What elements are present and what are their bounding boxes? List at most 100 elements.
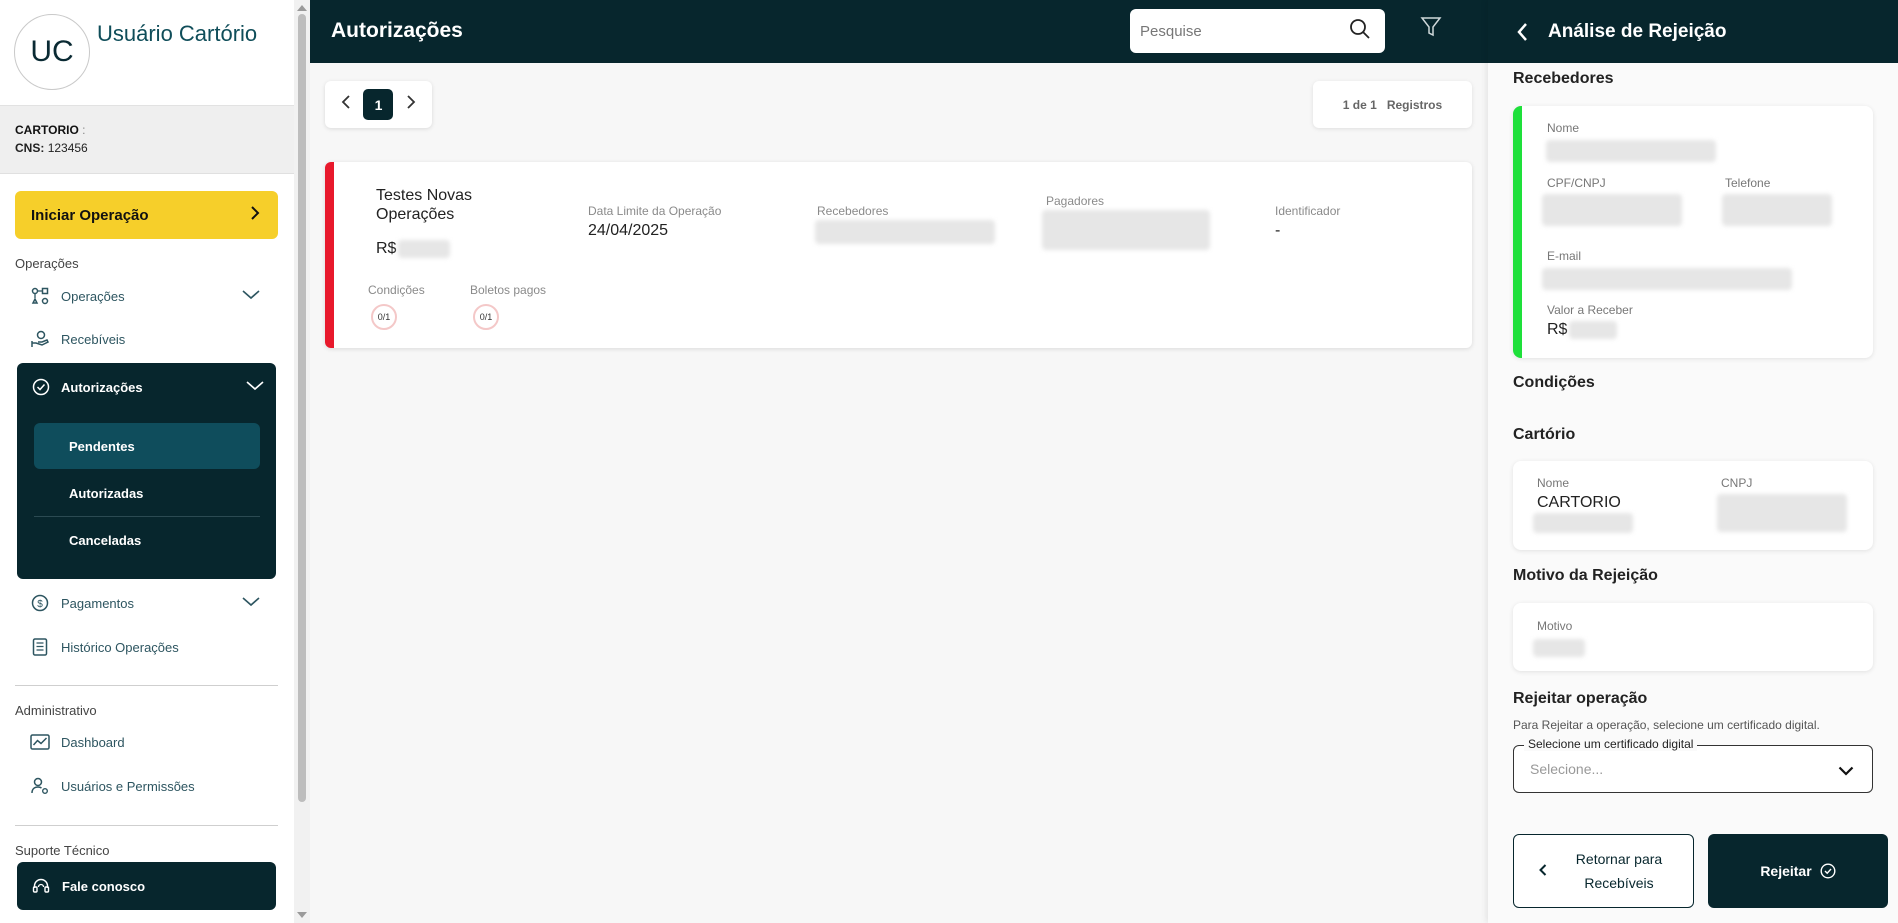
panel-header: Análise de Rejeição xyxy=(1488,0,1898,63)
redacted-value xyxy=(1533,513,1633,533)
section-operacoes: Operações xyxy=(15,256,79,271)
divider xyxy=(15,685,278,686)
cartorio-nome-value: CARTORIO xyxy=(1537,494,1621,511)
pagination: 1 xyxy=(325,81,432,128)
certificate-select-value: Selecione... xyxy=(1530,761,1604,777)
chevron-right-icon xyxy=(250,205,260,225)
sidebar-item-pagamentos[interactable]: $ Pagamentos xyxy=(30,589,278,617)
boletos-badge: 0/1 xyxy=(473,304,499,330)
sidebar-scrollbar[interactable] xyxy=(294,0,310,923)
data-limite-label: Data Limite da Operação xyxy=(588,204,722,218)
redacted-value xyxy=(1546,140,1716,162)
data-limite-value: 24/04/2025 xyxy=(588,222,669,239)
headset-icon xyxy=(31,876,51,896)
search-input[interactable] xyxy=(1140,22,1330,40)
sidebar-item-recebiveis[interactable]: Recebíveis xyxy=(30,325,278,353)
sidebar: UC Usuário Cartório CARTORIO : CNS: 1234… xyxy=(0,0,294,923)
record-count-label: Registros xyxy=(1386,97,1443,112)
chevron-down-icon xyxy=(242,595,260,610)
rejeitar-title: Rejeitar operação xyxy=(1513,690,1648,707)
currency-prefix: R$ xyxy=(376,240,397,257)
fale-conosco-button[interactable]: Fale conosco xyxy=(17,862,276,910)
chevron-left-icon xyxy=(1539,863,1547,879)
scroll-up-arrow[interactable] xyxy=(297,5,307,11)
chart-icon xyxy=(30,732,50,752)
redacted-value xyxy=(1533,639,1585,657)
sidebar-subitem-autorizadas[interactable]: Autorizadas xyxy=(34,470,260,516)
sidebar-item-label: Histórico Operações xyxy=(61,639,179,655)
cartorio-info: CARTORIO : CNS: 123456 xyxy=(0,106,294,174)
sidebar-item-label: Recebíveis xyxy=(61,331,126,347)
telefone-label: Telefone xyxy=(1725,176,1771,190)
valor-receber-label: Valor a Receber xyxy=(1547,303,1633,317)
identificador-value: - xyxy=(1275,222,1281,239)
page-number-current[interactable]: 1 xyxy=(363,89,394,120)
receivables-icon xyxy=(30,329,50,349)
scroll-down-arrow[interactable] xyxy=(297,912,307,918)
page-title: Autorizações xyxy=(331,19,463,42)
sidebar-item-label: Operações xyxy=(61,288,125,304)
operation-card[interactable]: Testes Novas Operações R$ Data Limite da… xyxy=(325,162,1472,348)
filter-icon[interactable] xyxy=(1420,16,1442,43)
motivo-card: Motivo xyxy=(1513,603,1873,671)
sidebar-item-label: Usuários e Permissões xyxy=(61,778,195,794)
section-suporte: Suporte Técnico xyxy=(15,843,110,858)
scrollbar-thumb[interactable] xyxy=(298,14,306,802)
pagadores-label: Pagadores xyxy=(1046,194,1105,208)
fale-conosco-label: Fale conosco xyxy=(62,878,146,894)
chevron-down-icon xyxy=(1838,763,1854,781)
retornar-label: Retornar para Recebíveis xyxy=(1575,851,1663,891)
sidebar-subitem-pendentes[interactable]: Pendentes xyxy=(34,423,260,469)
recebedores-label: Recebedores xyxy=(817,204,889,218)
chevron-left-icon[interactable] xyxy=(341,95,351,114)
recebedores-title: Recebedores xyxy=(1513,70,1614,87)
certificate-select[interactable]: Selecione um certificado digital Selecio… xyxy=(1513,737,1873,793)
svg-text:$: $ xyxy=(37,599,43,610)
sidebar-item-operacoes[interactable]: Operações xyxy=(30,282,278,310)
redacted-value xyxy=(815,220,995,244)
sidebar-item-historico[interactable]: Histórico Operações xyxy=(30,633,278,661)
cnpj-label: CNPJ xyxy=(1721,476,1753,490)
sidebar-group-autorizacoes: Autorizações Pendentes Autorizadas Cance… xyxy=(17,363,276,579)
rejection-panel: Análise de Rejeição Recebedores Nome CPF… xyxy=(1488,0,1898,923)
chevron-right-icon[interactable] xyxy=(406,95,416,114)
document-list-icon xyxy=(30,637,50,657)
top-bar: Autorizações xyxy=(310,0,1488,63)
sidebar-item-label: Autorizações xyxy=(61,379,143,395)
iniciar-operacao-button[interactable]: Iniciar Operação xyxy=(15,191,278,239)
motivo-title: Motivo da Rejeição xyxy=(1513,567,1658,584)
motivo-label: Motivo xyxy=(1537,619,1573,633)
boletos-label: Boletos pagos xyxy=(470,283,547,297)
chevron-down-icon xyxy=(242,288,260,303)
search-icon[interactable] xyxy=(1349,18,1371,45)
search-box[interactable] xyxy=(1130,9,1385,53)
sidebar-subitem-canceladas[interactable]: Canceladas xyxy=(34,517,260,563)
sidebar-item-dashboard[interactable]: Dashboard xyxy=(30,728,278,756)
operation-title: Testes Novas Operações xyxy=(376,187,473,223)
sidebar-item-usuarios[interactable]: Usuários e Permissões xyxy=(30,772,278,800)
condicoes-label: Condições xyxy=(368,283,425,297)
retornar-recebiveis-button[interactable]: Retornar para Recebíveis xyxy=(1513,834,1694,908)
redacted-value xyxy=(1717,494,1847,532)
cns-number: CNS: 123456 xyxy=(15,141,88,155)
redacted-value xyxy=(1542,194,1682,226)
cartorio-name: CARTORIO : xyxy=(15,123,86,137)
sidebar-item-autorizacoes[interactable]: Autorizações xyxy=(31,373,267,401)
redacted-value xyxy=(398,240,451,258)
back-arrow-icon[interactable] xyxy=(1516,22,1528,42)
nome-label: Nome xyxy=(1547,121,1580,135)
sidebar-item-label: Dashboard xyxy=(61,734,125,750)
condicoes-badge: 0/1 xyxy=(371,304,397,330)
rejeitar-button[interactable]: Rejeitar xyxy=(1708,834,1888,908)
panel-title: Análise de Rejeição xyxy=(1548,20,1727,42)
user-settings-icon xyxy=(30,776,50,796)
check-circle-icon xyxy=(1820,863,1836,879)
operations-icon xyxy=(30,286,50,306)
sidebar-item-label: Pendentes xyxy=(69,438,135,454)
cartorio-nome-label: Nome xyxy=(1537,476,1570,490)
avatar[interactable]: UC xyxy=(14,14,90,90)
identificador-label: Identificador xyxy=(1275,204,1341,218)
cartorio-title: Cartório xyxy=(1513,426,1576,443)
chevron-down-icon xyxy=(246,379,264,394)
cartorio-card: Nome CARTORIO CNPJ xyxy=(1513,461,1873,550)
